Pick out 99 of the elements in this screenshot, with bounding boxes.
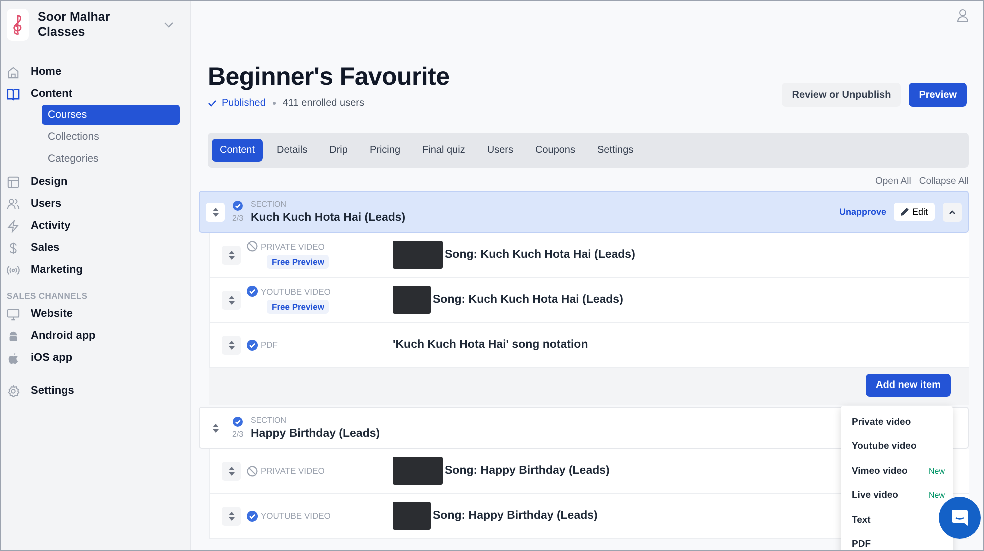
photo-placeholder xyxy=(393,502,431,530)
book-icon xyxy=(7,88,20,100)
photo-placeholder xyxy=(393,241,443,269)
lesson-type: YOUTUBE VIDEO xyxy=(261,511,331,521)
nav-item[interactable]: Sales xyxy=(7,237,180,259)
sort-arrows-icon xyxy=(212,208,218,216)
check-circle-icon xyxy=(233,417,243,427)
sort-arrows-icon xyxy=(228,296,234,304)
sort-arrows-icon xyxy=(212,424,218,432)
nav-item[interactable]: Design xyxy=(7,171,180,193)
nav-item[interactable]: Content xyxy=(7,83,180,105)
free-preview-tag: Free Preview xyxy=(267,300,330,314)
nav-item[interactable]: iOS app xyxy=(7,347,180,369)
broadcast-icon xyxy=(7,264,20,276)
free-preview-tag: Free Preview xyxy=(267,255,330,269)
open-all-link[interactable]: Open All xyxy=(875,176,912,187)
menu-item[interactable]: PDF xyxy=(852,539,871,550)
school-name: Soor Malhar Classes xyxy=(38,10,112,40)
nav-item[interactable]: Users xyxy=(7,193,180,215)
photo-placeholder xyxy=(393,457,443,485)
enrolled-count: 411 enrolled users xyxy=(282,98,364,109)
drag-handle[interactable] xyxy=(222,246,241,264)
nav-item[interactable]: Marketing xyxy=(7,259,180,281)
lesson-type: PRIVATE VIDEO xyxy=(261,466,325,476)
new-label: New xyxy=(928,491,945,500)
tab[interactable]: Details xyxy=(269,139,316,162)
lesson-title: Song: Kuch Kuch Hota Hai (Leads) xyxy=(433,294,624,306)
pencil-icon xyxy=(901,208,910,216)
preview-button[interactable]: Preview xyxy=(909,83,967,107)
collapse-all-link[interactable]: Collapse All xyxy=(919,176,969,187)
drag-handle[interactable] xyxy=(222,336,241,354)
chevron-icon xyxy=(949,210,956,214)
subnav-item[interactable]: Courses xyxy=(42,105,180,125)
course-title: Beginner's Favourite xyxy=(208,63,450,92)
add-item-button[interactable]: Add new item xyxy=(866,374,951,397)
drag-handle[interactable] xyxy=(222,462,241,480)
lesson-type: PDF xyxy=(261,340,278,350)
tab[interactable]: Final quiz xyxy=(414,139,474,162)
check-circle-icon xyxy=(233,201,243,211)
lesson-row[interactable]: PDF 'Kuch Kuch Hota Hai' song notation xyxy=(209,323,969,368)
nav-item[interactable]: Home xyxy=(7,61,180,83)
monitor-icon xyxy=(7,308,20,320)
new-label: New xyxy=(928,466,945,476)
edit-button[interactable]: Edit xyxy=(894,203,935,221)
unapprove-link[interactable]: Unapprove xyxy=(839,207,886,217)
collapse-toggle[interactable] xyxy=(943,202,962,222)
tab[interactable]: Coupons xyxy=(527,139,584,162)
chat-bubble-icon xyxy=(951,509,969,527)
drag-handle[interactable] xyxy=(206,202,225,222)
separator-dot xyxy=(272,102,276,105)
check-icon xyxy=(208,100,217,107)
nav-item[interactable]: Settings xyxy=(7,380,180,402)
section-count: 2/3 xyxy=(232,430,244,439)
android-icon xyxy=(7,330,20,342)
treble-clef-icon xyxy=(7,9,29,41)
drag-handle[interactable] xyxy=(222,290,241,310)
subnav-item[interactable]: Collections xyxy=(42,127,180,147)
lesson-title: 'Kuch Kuch Hota Hai' song notation xyxy=(393,339,588,351)
section-count: 2/3 xyxy=(232,214,244,223)
bolt-icon xyxy=(7,220,20,232)
menu-item[interactable]: Text xyxy=(852,514,871,526)
menu-item[interactable]: Private video xyxy=(852,416,912,428)
section-heading: SALES CHANNELS xyxy=(7,291,89,301)
section-title: Kuch Kuch Hota Hai (Leads) xyxy=(251,212,406,224)
photo-placeholder xyxy=(393,286,431,314)
tab[interactable]: Content xyxy=(212,139,264,162)
users-icon xyxy=(7,198,20,210)
menu-item[interactable]: Vimeo video xyxy=(852,466,908,477)
section-header[interactable]: 2/3 SECTION Kuch Kuch Hota Hai (Leads) Unapprove Edit xyxy=(199,191,969,233)
dollar-icon xyxy=(7,242,20,254)
review-button[interactable]: Review or Unpublish xyxy=(782,83,902,107)
drag-handle[interactable] xyxy=(222,506,241,526)
sort-arrows-icon xyxy=(228,466,234,476)
layout-icon xyxy=(7,176,20,188)
lesson-title: Song: Happy Birthday (Leads) xyxy=(433,510,598,522)
nav-item[interactable]: Activity xyxy=(7,215,180,237)
settings-icon xyxy=(7,384,20,398)
lesson-title: Song: Kuch Kuch Hota Hai (Leads) xyxy=(445,249,636,261)
lesson-row[interactable]: YOUTUBE VIDEO Free Preview Song: Kuch Kuch Hota Hai (Leads) xyxy=(209,278,969,323)
subnav-item[interactable]: Categories xyxy=(42,149,180,169)
tab[interactable]: Drip xyxy=(322,139,356,162)
tab[interactable]: Pricing xyxy=(362,139,409,162)
home-icon xyxy=(7,66,20,78)
lesson-type: YOUTUBE VIDEO xyxy=(261,286,331,296)
lesson-type: PRIVATE VIDEO xyxy=(261,242,325,252)
apple-icon xyxy=(7,352,20,364)
section-title: Happy Birthday (Leads) xyxy=(251,428,380,440)
section-label: SECTION xyxy=(251,416,288,425)
lesson-title: Song: Happy Birthday (Leads) xyxy=(445,465,610,477)
nav-item[interactable]: Android app xyxy=(7,325,180,347)
sort-arrows-icon xyxy=(228,340,234,350)
nav-item[interactable]: Website xyxy=(7,303,180,325)
sort-arrows-icon xyxy=(228,512,234,520)
lesson-row[interactable]: PRIVATE VIDEO Free Preview Song: Kuch Kuch Hota Hai (Leads) xyxy=(209,233,969,278)
tab[interactable]: Settings xyxy=(590,139,642,162)
publish-status: Published xyxy=(222,98,266,109)
tab[interactable]: Users xyxy=(479,139,522,162)
sort-arrows-icon xyxy=(228,250,234,260)
section-label: SECTION xyxy=(251,200,288,209)
